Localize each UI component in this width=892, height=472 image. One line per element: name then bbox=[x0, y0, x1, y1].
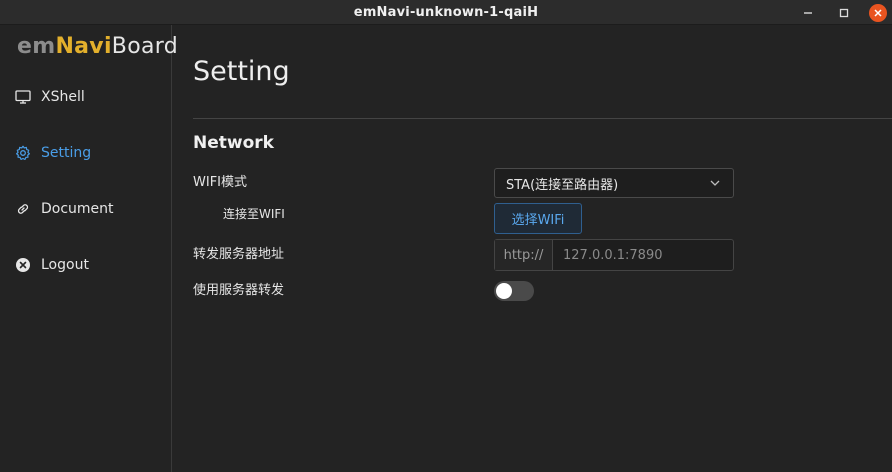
wifi-mode-select[interactable]: STA(连接至路由器) bbox=[494, 168, 734, 198]
minimize-icon bbox=[804, 11, 812, 14]
window-titlebar: emNavi-unknown-1-qaiH bbox=[0, 0, 892, 25]
page-title: Setting bbox=[193, 56, 290, 87]
forward-server-input[interactable] bbox=[553, 240, 733, 270]
sidebar-item-document[interactable]: Document bbox=[14, 197, 114, 221]
brand-logo: emNaviBoard bbox=[17, 34, 178, 59]
close-window-button[interactable] bbox=[867, 0, 889, 25]
sidebar-item-xshell[interactable]: XShell bbox=[14, 85, 85, 109]
monitor-icon bbox=[14, 88, 32, 106]
title-divider bbox=[193, 118, 892, 119]
sidebar-item-setting[interactable]: Setting bbox=[14, 141, 91, 165]
use-forward-label: 使用服务器转发 bbox=[193, 283, 285, 298]
toggle-knob bbox=[496, 283, 512, 299]
close-icon bbox=[874, 8, 882, 17]
sidebar-item-label: Setting bbox=[41, 145, 92, 161]
minimize-button[interactable] bbox=[797, 0, 819, 25]
sidebar-item-label: Document bbox=[41, 201, 114, 217]
wifi-mode-value: STA(连接至路由器) bbox=[506, 177, 619, 193]
select-wifi-button[interactable]: 选择WIFi bbox=[494, 203, 582, 234]
maximize-icon bbox=[839, 8, 849, 17]
use-forward-toggle[interactable] bbox=[494, 281, 534, 301]
window-title: emNavi-unknown-1-qaiH bbox=[353, 4, 539, 20]
gear-icon bbox=[14, 144, 32, 162]
section-title-network: Network bbox=[193, 133, 274, 153]
wifi-mode-label: WIFI模式 bbox=[193, 175, 247, 190]
forward-server-label: 转发服务器地址 bbox=[193, 247, 285, 262]
url-prefix: http:// bbox=[495, 240, 553, 270]
chevron-down-icon bbox=[710, 180, 720, 186]
link-icon bbox=[14, 200, 32, 218]
connect-wifi-label: 连接至WIFI bbox=[223, 207, 285, 221]
sidebar-item-label: XShell bbox=[41, 89, 85, 105]
sidebar-item-logout[interactable]: Logout bbox=[14, 253, 89, 277]
close-circle-icon bbox=[14, 256, 32, 274]
forward-server-field: http:// bbox=[494, 239, 734, 271]
sidebar: emNaviBoard XShell Setting Document Logo… bbox=[0, 25, 178, 472]
sidebar-item-label: Logout bbox=[41, 257, 89, 273]
maximize-button[interactable] bbox=[833, 0, 855, 25]
